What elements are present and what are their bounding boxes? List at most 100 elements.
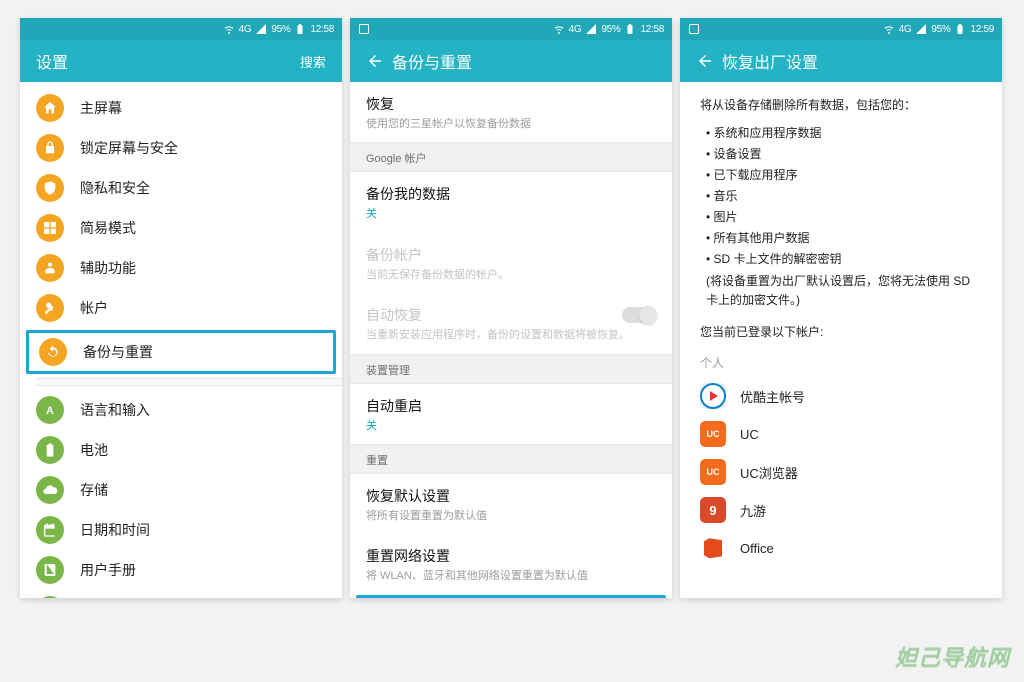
page-title: 备份与重置 (392, 49, 472, 73)
key-icon (36, 294, 64, 322)
settings-item-label: 备份与重置 (83, 342, 153, 362)
settings-item-grid[interactable]: 简易模式 (20, 208, 342, 248)
intro-text: 将从设备存储删除所有数据，包括您的： (700, 96, 982, 113)
settings-item-label: 锁定屏幕与安全 (80, 138, 178, 158)
backup-acct-title: 备份帐户 (350, 233, 672, 265)
account-row[interactable]: Office (700, 529, 982, 567)
grid-icon (36, 214, 64, 242)
bullet-item: • SD 卡上文件的解密密钥 (706, 249, 982, 270)
back-arrow-icon (366, 52, 384, 70)
battery-icon (624, 23, 636, 35)
bullet-item: • 图片 (706, 207, 982, 228)
reset-network-title: 重置网络设置 (350, 534, 672, 566)
restore-title: 恢复 (350, 82, 672, 114)
network-type: 4G (239, 24, 252, 35)
factory-reset-item[interactable]: 恢复出厂设置 将设备重置为出厂默认设置。这将清除所有数据，包括文件和已下载的应用… (356, 595, 666, 598)
wifi-icon (223, 23, 235, 35)
status-bar: 4G 95% 12:58 (350, 18, 672, 40)
auto-restore-item: 自动恢复 当重新安装应用程序时，备份的设置和数据将被恢复。 (350, 293, 672, 353)
A-icon: A (36, 396, 64, 424)
settings-item-info[interactable]: 关于手机 (20, 590, 342, 598)
settings-item-label: 帐户 (80, 298, 108, 318)
settings-item-book[interactable]: 用户手册 (20, 550, 342, 590)
battery-pct: 95% (601, 24, 620, 35)
bullet-item: • 设备设置 (706, 144, 982, 165)
settings-item-label: 主屏幕 (80, 98, 122, 118)
settings-item-A[interactable]: A 语言和输入 (20, 390, 342, 430)
back-button[interactable]: 恢复出厂设置 (696, 49, 818, 73)
page-title: 设置 (36, 49, 68, 73)
signal-icon (585, 23, 597, 35)
account-row[interactable]: 9九游 (700, 491, 982, 529)
settings-item-label: 存储 (80, 480, 108, 500)
screenshot-icon (688, 23, 700, 35)
account-list: 优酷主帐号 UC UC UC UC浏览器 9九游 Office (700, 377, 982, 567)
search-button[interactable]: 搜索 (300, 52, 326, 71)
uc-icon: UC (700, 421, 726, 447)
account-name: 九游 (740, 501, 766, 520)
reset-default-item[interactable]: 恢复默认设置 将所有设置重置为默认值 (350, 474, 672, 534)
uc-icon: UC (700, 459, 726, 485)
settings-item-lock[interactable]: 锁定屏幕与安全 (20, 128, 342, 168)
backup-my-sub: 关 (350, 204, 672, 232)
reset-default-title: 恢复默认设置 (350, 474, 672, 506)
settings-item-label: 辅助功能 (80, 258, 136, 278)
signal-icon (255, 23, 267, 35)
auto-restart-sub: 关 (350, 416, 672, 444)
account-name: UC (740, 427, 759, 442)
settings-item-person[interactable]: 辅助功能 (20, 248, 342, 288)
auto-restart-item[interactable]: 自动重启 关 (350, 384, 672, 444)
network-type: 4G (899, 24, 912, 35)
signal-icon (915, 23, 927, 35)
settings-item-shield[interactable]: 隐私和安全 (20, 168, 342, 208)
backup-acct-sub: 当前无保存备份数据的帐户。 (350, 265, 672, 293)
app-bar: 设置 搜索 (20, 40, 342, 82)
personal-label: 个人 (700, 354, 982, 371)
account-name: UC浏览器 (740, 463, 798, 482)
info-icon (36, 596, 64, 598)
calendar-icon (36, 516, 64, 544)
account-row[interactable]: UC UC (700, 415, 982, 453)
settings-item-label: 用户手册 (80, 560, 136, 580)
auto-restore-toggle[interactable] (622, 307, 656, 323)
status-time: 12:58 (640, 24, 664, 35)
page-title: 恢复出厂设置 (722, 49, 818, 73)
account-name: Office (740, 541, 774, 556)
bullet-item: • 系统和应用程序数据 (706, 123, 982, 144)
status-bar: 4G 95% 12:59 (680, 18, 1002, 40)
cloud-icon (36, 476, 64, 504)
network-type: 4G (569, 24, 582, 35)
app-bar: 备份与重置 (350, 40, 672, 82)
status-time: 12:59 (970, 24, 994, 35)
battery-pct: 95% (931, 24, 950, 35)
back-arrow-icon (696, 52, 714, 70)
backup-my-title: 备份我的数据 (350, 172, 672, 204)
category-google: Google 帐户 (350, 142, 672, 172)
settings-item-label: 简易模式 (80, 218, 136, 238)
settings-item-cloud[interactable]: 存储 (20, 470, 342, 510)
reset-network-sub: 将 WLAN、蓝牙和其他网络设置重置为默认值 (350, 566, 672, 594)
reset-network-item[interactable]: 重置网络设置 将 WLAN、蓝牙和其他网络设置重置为默认值 (350, 534, 672, 594)
settings-item-battery[interactable]: 电池 (20, 430, 342, 470)
settings-item-label: 语言和输入 (80, 400, 150, 420)
category-reset: 重置 (350, 444, 672, 474)
auto-restart-title: 自动重启 (350, 384, 672, 416)
restore-item[interactable]: 恢复 使用您的三星帐户以恢复备份数据 (350, 82, 672, 142)
account-row[interactable]: 优酷主帐号 (700, 377, 982, 415)
backup-my-data-item[interactable]: 备份我的数据 关 (350, 172, 672, 232)
settings-item-label: 电池 (80, 440, 108, 460)
settings-item-home[interactable]: 主屏幕 (20, 88, 342, 128)
app-bar: 恢复出厂设置 (680, 40, 1002, 82)
settings-item-key[interactable]: 帐户 (20, 288, 342, 328)
settings-item-refresh[interactable]: 备份与重置 (26, 330, 336, 374)
refresh-icon (39, 338, 67, 366)
back-button[interactable]: 备份与重置 (366, 49, 472, 73)
wifi-icon (883, 23, 895, 35)
logged-in-text: 您当前已登录以下帐户: (700, 323, 982, 340)
account-row[interactable]: UC UC浏览器 (700, 453, 982, 491)
bullet-item: • 音乐 (706, 186, 982, 207)
office-icon (700, 535, 726, 561)
settings-list: 主屏幕锁定屏幕与安全隐私和安全简易模式辅助功能帐户备份与重置 A 语言和输入电池存储… (20, 82, 342, 598)
settings-item-calendar[interactable]: 日期和时间 (20, 510, 342, 550)
backup-account-item: 备份帐户 当前无保存备份数据的帐户。 (350, 233, 672, 293)
